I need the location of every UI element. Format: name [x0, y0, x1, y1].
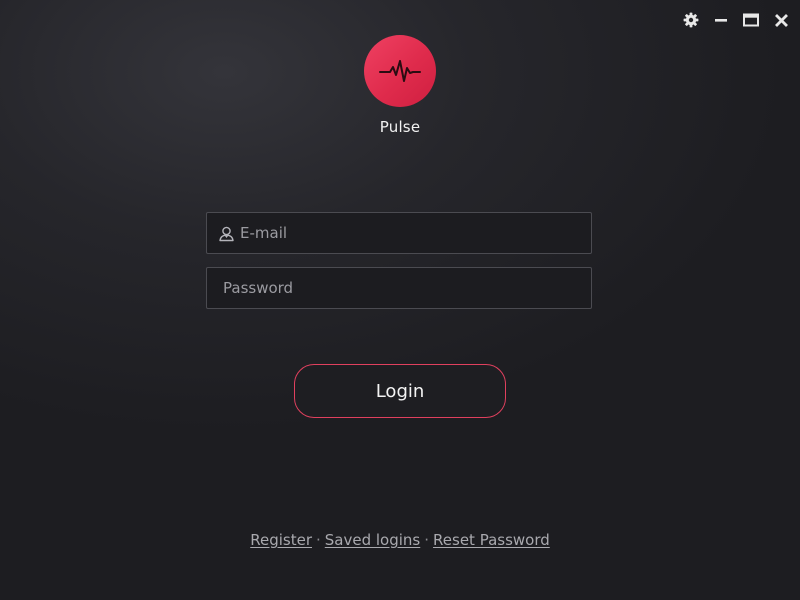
window-controls — [682, 11, 790, 29]
close-icon[interactable] — [772, 11, 790, 29]
app-logo — [364, 35, 436, 107]
reset-password-link[interactable]: Reset Password — [433, 531, 550, 549]
email-input[interactable] — [240, 213, 591, 253]
login-button[interactable]: Login — [294, 364, 506, 418]
user-icon — [217, 224, 235, 242]
maximize-icon[interactable] — [742, 11, 760, 29]
password-input[interactable] — [223, 268, 591, 308]
gear-icon[interactable] — [682, 11, 700, 29]
brand: Pulse — [0, 35, 800, 136]
minimize-icon[interactable] — [712, 11, 730, 29]
password-field-container — [206, 267, 592, 309]
pulse-wave-icon — [379, 60, 421, 82]
link-separator: · — [424, 531, 430, 549]
register-link[interactable]: Register — [250, 531, 312, 549]
saved-logins-link[interactable]: Saved logins — [325, 531, 420, 549]
footer-links: Register · Saved logins · Reset Password — [0, 531, 800, 549]
link-separator: · — [316, 531, 321, 549]
email-field-container — [206, 212, 592, 254]
app-name: Pulse — [379, 118, 421, 136]
